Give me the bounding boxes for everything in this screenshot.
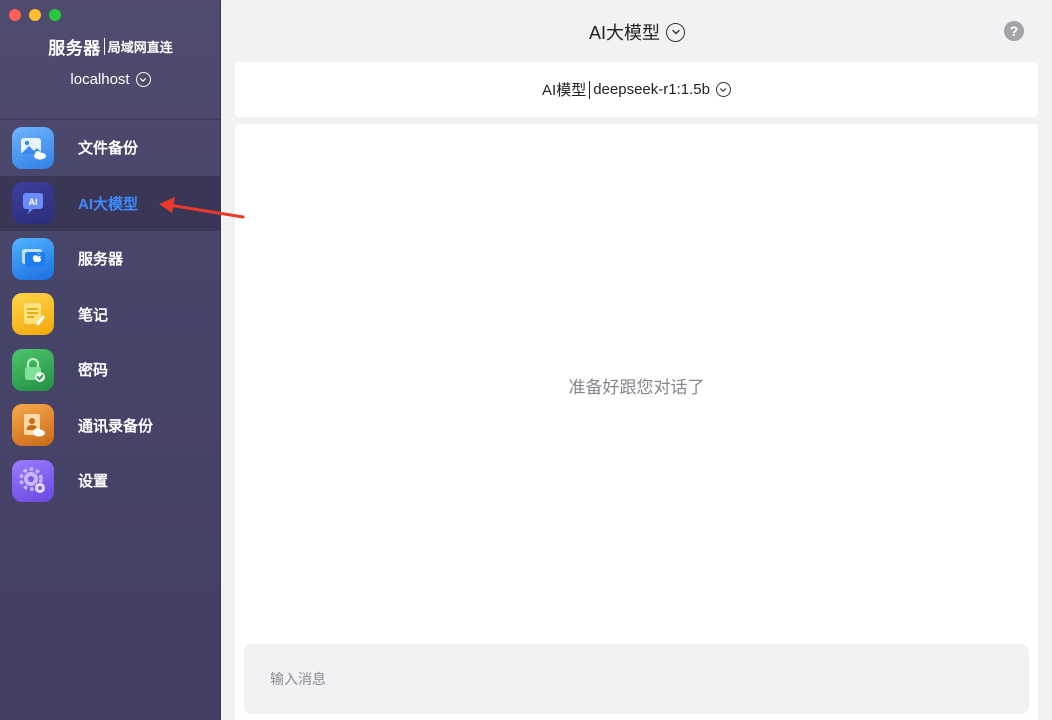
window-controls	[9, 9, 61, 21]
model-label: AI模型	[542, 82, 587, 99]
chevron-down-icon	[666, 22, 685, 42]
sidebar-item-label: AI大模型	[78, 195, 139, 213]
sidebar-item-notes[interactable]: 笔记	[0, 287, 221, 343]
chevron-down-icon	[135, 72, 151, 87]
sidebar-item-label: 设置	[78, 473, 109, 491]
sidebar-item-label: 服务器	[78, 251, 124, 269]
page-title: AI大模型	[588, 23, 660, 43]
photo-cloud-icon	[12, 126, 54, 169]
model-selector[interactable]: AI模型 deepseek-r1:1.5b	[235, 62, 1038, 117]
ai-chat-icon: AI	[12, 182, 54, 225]
model-separator	[589, 80, 591, 99]
notes-icon	[12, 293, 54, 336]
message-input[interactable]	[244, 644, 1029, 714]
title-separator	[103, 38, 105, 55]
sidebar: 服务器 局域网直连 localhost 文件备份 AI AI大模型 服务器 笔记…	[0, 0, 221, 720]
sidebar-item-label: 笔记	[78, 306, 109, 324]
svg-text:AI: AI	[29, 197, 38, 207]
sidebar-item-settings[interactable]: 设置	[0, 453, 221, 509]
sidebar-title: 服务器	[48, 39, 101, 58]
sidebar-nav: 文件备份 AI AI大模型 服务器 笔记 密码 通讯录备份 设置	[0, 120, 221, 509]
sidebar-item-label: 通讯录备份	[78, 417, 154, 435]
sidebar-item-label: 密码	[78, 362, 109, 380]
sidebar-item-contacts-backup[interactable]: 通讯录备份	[0, 398, 221, 454]
lock-check-icon	[12, 348, 54, 391]
app-window: 服务器 局域网直连 localhost 文件备份 AI AI大模型 服务器 笔记…	[0, 0, 1052, 720]
server-apple-icon	[12, 237, 54, 280]
gear-icon	[12, 459, 54, 502]
close-window-button[interactable]	[9, 9, 21, 21]
page-title-selector[interactable]: AI大模型	[222, 19, 1052, 45]
server-title: 服务器 局域网直连	[0, 34, 221, 59]
chevron-down-icon	[715, 82, 731, 97]
sidebar-item-server[interactable]: 服务器	[0, 231, 221, 287]
annotation-arrow-icon	[159, 197, 245, 219]
chat-empty-message: 准备好跟您对话了	[568, 378, 705, 397]
main-content: AI大模型 ? AI模型 deepseek-r1:1.5b 准备好跟您对话了	[222, 0, 1052, 720]
top-bar: AI大模型 ?	[222, 0, 1052, 62]
sidebar-item-file-backup[interactable]: 文件备份	[0, 120, 221, 176]
help-icon[interactable]: ?	[1004, 21, 1024, 41]
chat-panel: 准备好跟您对话了	[235, 124, 1038, 720]
minimize-window-button[interactable]	[29, 9, 41, 21]
sidebar-item-label: 文件备份	[78, 140, 139, 158]
contacts-icon	[12, 404, 54, 447]
host-selector[interactable]: localhost	[0, 71, 221, 88]
sidebar-subtitle: 局域网直连	[107, 40, 173, 55]
sidebar-header: 服务器 局域网直连 localhost	[0, 34, 221, 88]
host-name: localhost	[70, 71, 130, 88]
zoom-window-button[interactable]	[49, 9, 61, 21]
model-value: deepseek-r1:1.5b	[593, 81, 710, 98]
sidebar-item-password[interactable]: 密码	[0, 342, 221, 398]
